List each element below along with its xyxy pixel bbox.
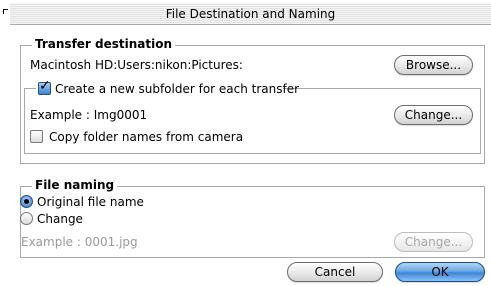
subfolder-checkbox-row[interactable]: ✓ Create a new subfolder for each transf… [36,78,299,97]
browse-button[interactable]: Browse... [394,55,473,75]
file-naming-legend: File naming [32,178,118,192]
subfolder-checkbox-label[interactable]: Create a new subfolder for each transfer [55,82,299,96]
cancel-button[interactable]: Cancel [287,262,383,282]
transfer-destination-legend: Transfer destination [32,37,176,51]
subfolder-change-button[interactable]: Change... [394,105,473,125]
ok-button[interactable]: OK [395,262,485,282]
title-bar[interactable]: File Destination and Naming [10,3,491,25]
checkmark-icon: ✓ [39,78,51,94]
radio-original-file-name[interactable] [20,195,33,208]
copy-folder-label[interactable]: Copy folder names from camera [49,130,243,144]
radio-change[interactable] [20,212,33,225]
radio-selected-dot [24,199,29,204]
window-corner-mark [3,9,8,14]
window-title: File Destination and Naming [165,7,336,21]
copy-folder-checkbox[interactable] [30,130,43,143]
radio-original-file-name-label[interactable]: Original file name [37,195,144,209]
destination-path: Macintosh HD:Users:nikon:Pictures: [30,58,243,72]
file-naming-example: Example : 0001.jpg [21,235,138,249]
subfolder-checkbox[interactable]: ✓ [38,78,51,95]
subfolder-example: Example : Img0001 [30,108,148,122]
radio-change-label[interactable]: Change [37,212,83,226]
file-naming-change-button[interactable]: Change... [394,232,473,252]
